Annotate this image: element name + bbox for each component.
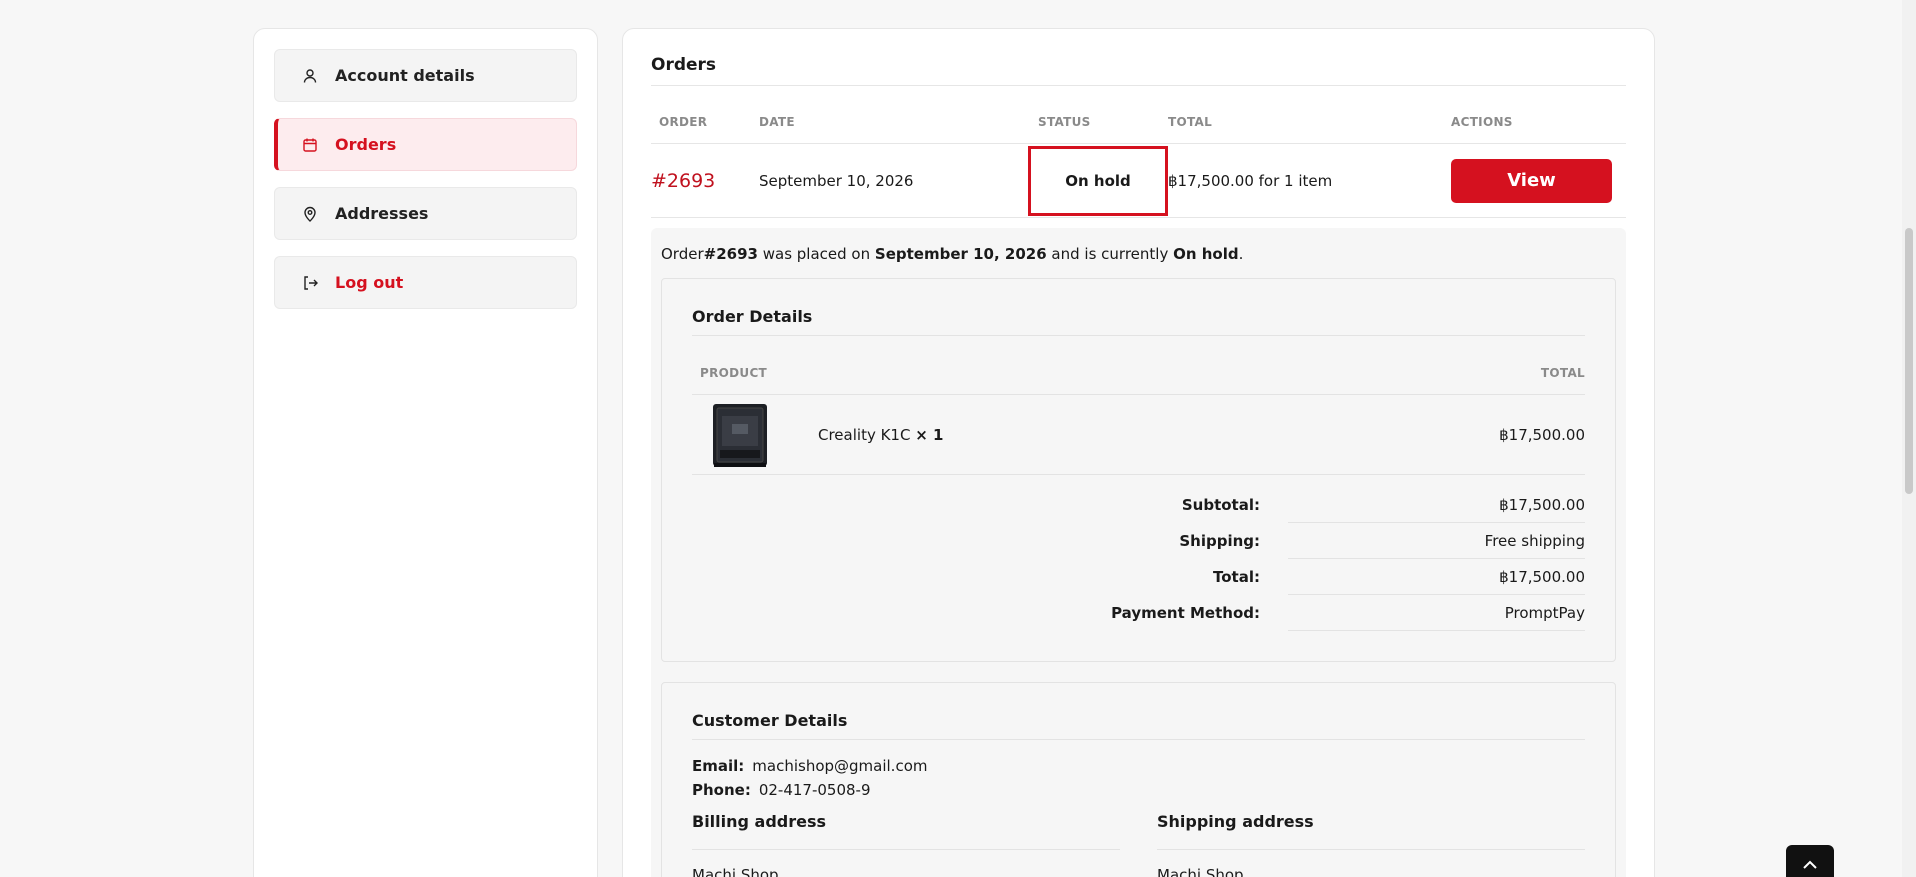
product-row: Creality K1C × 1 ฿17,500.00 [692, 395, 1585, 475]
summary-order-status: On hold [1173, 245, 1239, 263]
billing-address-title: Billing address [692, 812, 1120, 850]
totals-value: Free shipping [1288, 523, 1585, 559]
totals-label: Payment Method: [1111, 604, 1260, 622]
billing-address: Billing address Machi Shop [692, 812, 1120, 877]
order-totals: Subtotal: ฿17,500.00 Shipping: Free ship… [692, 475, 1585, 631]
phone-value: 02-417-0508-9 [758, 781, 871, 799]
summary-text: was placed on [757, 245, 875, 263]
view-order-button[interactable]: View [1451, 158, 1612, 203]
phone-label: Phone: [692, 781, 751, 799]
calendar-icon [301, 136, 319, 154]
summary-text: and is currently [1046, 245, 1174, 263]
summary-order-date: September 10, 2026 [874, 245, 1047, 263]
customer-details-title: Customer Details [692, 683, 1585, 740]
order-status-cell: On hold [1028, 145, 1168, 216]
shipping-address: Shipping address Machi Shop [1157, 812, 1585, 877]
sidebar-item-label: Orders [335, 135, 397, 154]
product-info: Creality K1C × 1 [692, 400, 943, 470]
totals-label: Total: [1213, 568, 1260, 586]
billing-address-line: Machi Shop [692, 866, 779, 877]
scrollbar-thumb[interactable] [1905, 228, 1913, 494]
table-row: #2693 September 10, 2026 On hold ฿17,500… [651, 144, 1626, 218]
sidebar-item-addresses[interactable]: Addresses [274, 187, 577, 240]
column-header-product: PRODUCT [700, 366, 768, 380]
status-badge: On hold [1028, 145, 1168, 216]
column-header-date: DATE [759, 115, 795, 129]
totals-row-total: Total: ฿17,500.00 [692, 559, 1585, 595]
product-total: ฿17,500.00 [1499, 425, 1585, 444]
user-icon [301, 67, 319, 85]
product-thumbnail [710, 400, 770, 470]
summary-text: Order [661, 245, 704, 263]
order-date: September 10, 2026 [759, 171, 914, 190]
sidebar-item-label: Addresses [335, 204, 429, 223]
product-name[interactable]: Creality K1C [818, 426, 915, 444]
order-total: ฿17,500.00 for 1 item [1168, 171, 1333, 190]
map-pin-icon [301, 205, 319, 223]
page: Account details Orders Addresses Log out… [0, 0, 1916, 877]
totals-row-payment-method: Payment Method: PromptPay [692, 595, 1585, 631]
email-label: Email: [692, 757, 745, 775]
order-details-title: Order Details [692, 279, 1585, 336]
customer-phone: Phone: 02-417-0508-9 [692, 778, 1585, 802]
page-title: Orders [651, 29, 1626, 86]
totals-row-shipping: Shipping: Free shipping [692, 523, 1585, 559]
sidebar-item-account-details[interactable]: Account details [274, 49, 577, 102]
orders-panel: Orders ORDER DATE STATUS TOTAL ACTIONS #… [622, 28, 1655, 877]
order-details-box: Order Details PRODUCT TOTAL Creality K1C… [661, 278, 1616, 662]
logout-icon [301, 274, 319, 292]
order-summary-text: Order #2693 was placed on September 10, … [661, 238, 1616, 270]
summary-order-number: #2693 [703, 245, 758, 263]
email-value: machishop@gmail.com [752, 757, 928, 775]
customer-details-box: Customer Details Email: machishop@gmail.… [661, 682, 1616, 877]
column-header-total: TOTAL [1540, 366, 1585, 380]
summary-text: . [1238, 245, 1244, 263]
order-detail-panel: Order #2693 was placed on September 10, … [651, 228, 1626, 877]
shipping-address-title: Shipping address [1157, 812, 1585, 850]
sidebar-item-log-out[interactable]: Log out [274, 256, 577, 309]
product-table-header: PRODUCT TOTAL [692, 336, 1585, 395]
totals-value: ฿17,500.00 [1288, 559, 1585, 595]
order-actions: View [1451, 158, 1621, 203]
account-sidebar: Account details Orders Addresses Log out [253, 28, 598, 877]
sidebar-item-orders[interactable]: Orders [274, 118, 577, 171]
shipping-address-line: Machi Shop [1157, 866, 1244, 877]
order-number-link[interactable]: #2693 [651, 170, 759, 192]
customer-email: Email: machishop@gmail.com [692, 754, 1585, 778]
totals-row-subtotal: Subtotal: ฿17,500.00 [692, 487, 1585, 523]
column-header-actions: ACTIONS [1451, 115, 1513, 129]
back-to-top-button[interactable] [1786, 845, 1834, 877]
totals-value: PromptPay [1288, 595, 1585, 631]
sidebar-item-label: Account details [335, 66, 475, 85]
totals-label: Shipping: [1179, 532, 1260, 550]
page-scrollbar[interactable] [1902, 0, 1916, 877]
chevron-up-icon [1802, 855, 1818, 874]
column-header-total: TOTAL [1168, 115, 1213, 129]
address-columns: Billing address Machi Shop Shipping addr… [692, 812, 1585, 877]
column-header-status: STATUS [1038, 115, 1091, 129]
orders-table-header: ORDER DATE STATUS TOTAL ACTIONS [651, 86, 1626, 144]
product-quantity: × 1 [915, 425, 944, 444]
sidebar-item-label: Log out [335, 273, 404, 292]
column-header-order: ORDER [659, 115, 708, 129]
totals-value: ฿17,500.00 [1288, 487, 1585, 523]
totals-label: Subtotal: [1181, 496, 1260, 514]
